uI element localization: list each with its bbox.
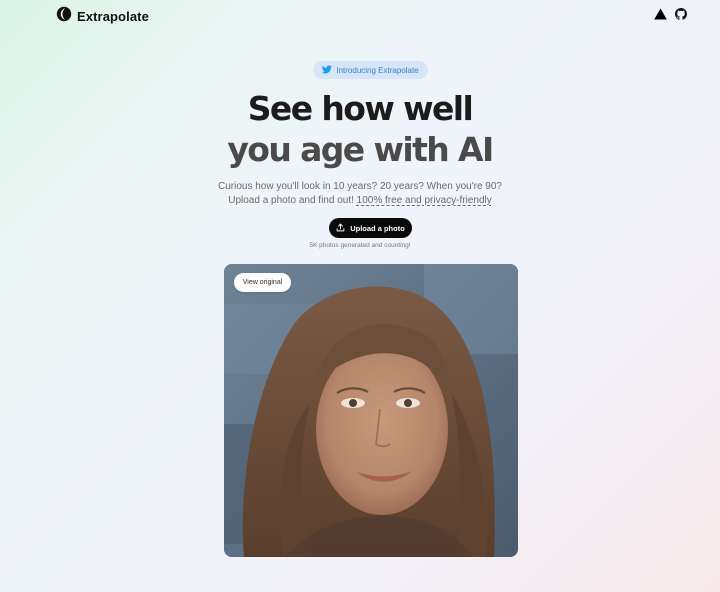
extrapolate-logo-icon xyxy=(56,6,72,27)
portrait-image xyxy=(224,264,518,557)
announcement-text: Introducing Extrapolate xyxy=(336,65,419,75)
hero-headline: See how well you age with AI xyxy=(0,88,720,170)
subtitle-line-2: Upload a photo and find out! 100% free a… xyxy=(0,194,720,208)
header-links xyxy=(654,8,687,20)
photos-counter: 5K photos generated and counting! xyxy=(309,242,411,249)
triangle-icon[interactable] xyxy=(654,8,667,20)
upload-photo-button[interactable]: Upload a photo xyxy=(329,218,412,238)
upload-label: Upload a photo xyxy=(350,223,405,233)
privacy-link[interactable]: 100% free and privacy-friendly xyxy=(357,195,492,206)
site-header: Extrapolate xyxy=(0,0,720,28)
headline-line-2: you age with AI xyxy=(227,130,494,169)
brand-link[interactable]: Extrapolate xyxy=(56,6,149,27)
view-original-button[interactable]: View original xyxy=(234,273,291,292)
subtitle-line-1: Curious how you'll look in 10 years? 20 … xyxy=(218,181,502,192)
brand-name: Extrapolate xyxy=(77,9,149,24)
preview-photo: View original xyxy=(224,264,518,557)
headline-line-1: See how well xyxy=(247,89,474,128)
announcement-pill[interactable]: Introducing Extrapolate xyxy=(313,61,428,79)
upload-icon xyxy=(336,223,345,234)
github-icon[interactable] xyxy=(675,8,687,20)
subtitle-prefix: Upload a photo and find out! xyxy=(228,195,354,206)
hero-subtitle: Curious how you'll look in 10 years? 20 … xyxy=(0,180,720,208)
twitter-icon xyxy=(322,64,333,76)
